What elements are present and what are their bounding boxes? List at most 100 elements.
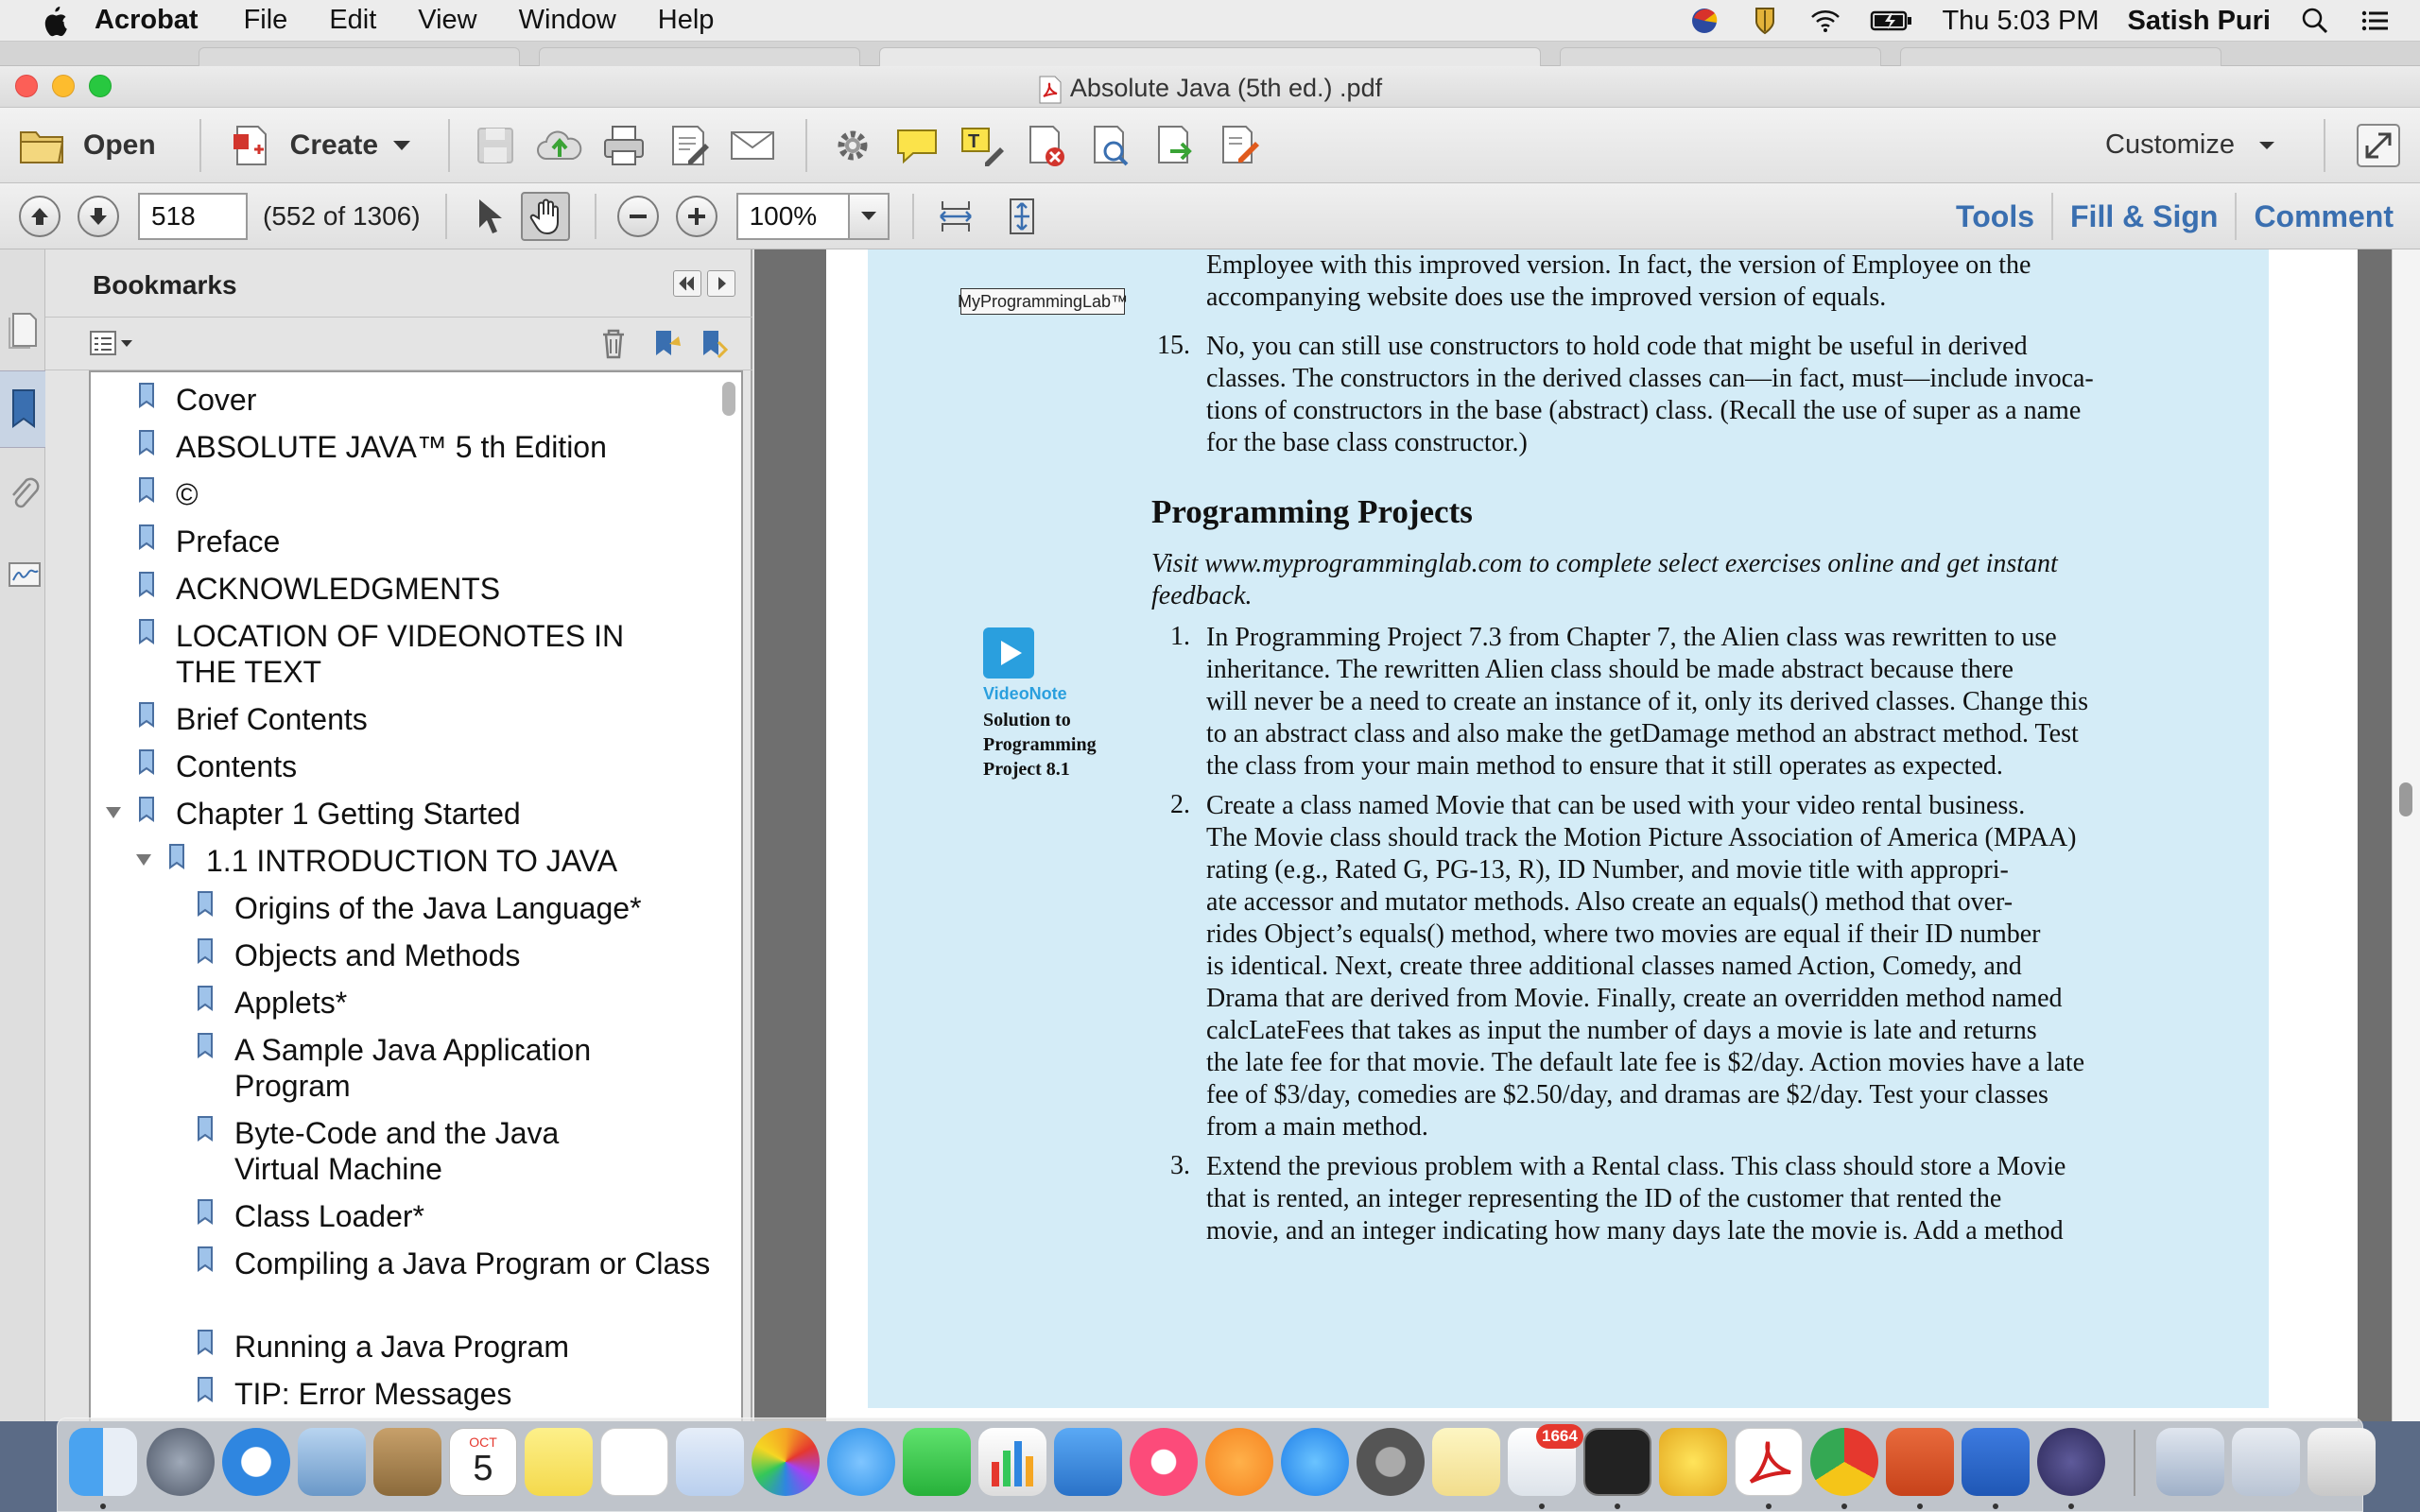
export-document-icon[interactable] (1150, 121, 1199, 170)
bookmark-item[interactable]: Class Loader* (197, 1198, 424, 1234)
menu-file[interactable]: File (244, 5, 288, 36)
menu-view[interactable]: View (418, 5, 476, 36)
terminal-icon[interactable] (1583, 1428, 1651, 1496)
notes-icon[interactable] (525, 1428, 593, 1496)
spotlight-search-icon[interactable] (2299, 5, 2331, 37)
contacts-icon[interactable] (373, 1428, 441, 1496)
expand-panel-button[interactable] (707, 270, 735, 297)
battery-icon[interactable] (1870, 5, 1913, 37)
tools-pane-button[interactable]: Tools (1939, 199, 2051, 234)
zoom-in-button[interactable] (675, 195, 717, 237)
photos-icon[interactable] (752, 1428, 820, 1496)
bookmarks-tab[interactable] (0, 370, 45, 448)
acrobat-icon[interactable] (1735, 1428, 1803, 1496)
wifi-icon[interactable] (1809, 5, 1841, 37)
tab[interactable] (1900, 47, 2221, 66)
bookmark-item[interactable]: ACKNOWLEDGMENTS (138, 571, 500, 607)
eclipse-icon[interactable] (2037, 1428, 2105, 1496)
zoom-level-input[interactable]: 100% (735, 192, 848, 240)
gear-icon[interactable] (828, 121, 877, 170)
trash-icon[interactable] (599, 327, 628, 361)
preview-icon[interactable] (676, 1428, 744, 1496)
bookmark-item[interactable]: Cover (138, 382, 256, 418)
hand-tool-button[interactable] (520, 191, 570, 241)
bookmark-item[interactable]: A Sample Java Application Program (197, 1032, 650, 1104)
paperclip-icon[interactable] (8, 472, 42, 514)
open-button[interactable]: Open (17, 121, 156, 170)
bookmark-item[interactable]: Objects and Methods (197, 937, 520, 973)
edit-document-icon[interactable] (664, 121, 713, 170)
document-scroll-thumb[interactable] (2399, 782, 2412, 816)
delete-document-icon[interactable] (1021, 121, 1070, 170)
tab-active[interactable] (879, 47, 1541, 66)
save-icon[interactable] (471, 121, 520, 170)
new-bookmark-icon[interactable] (650, 327, 683, 361)
menu-edit[interactable]: Edit (329, 5, 376, 36)
fit-width-icon[interactable] (937, 196, 975, 237)
downloads-stack-icon[interactable] (2156, 1428, 2224, 1496)
bookmark-item[interactable]: Running a Java Program (197, 1329, 569, 1365)
select-cursor-icon[interactable] (470, 196, 508, 237)
mail-icon[interactable]: 1664 (1508, 1424, 1583, 1496)
customize-dropdown[interactable]: Customize (2105, 129, 2276, 161)
notification-center-icon[interactable] (2360, 5, 2392, 37)
comment-pane-button[interactable]: Comment (2237, 199, 2420, 234)
bookmark-item[interactable]: ABSOLUTE JAVA™ 5 th Edition (138, 429, 607, 465)
zoom-dropdown-button[interactable] (847, 192, 890, 240)
keynote-icon[interactable] (1054, 1428, 1122, 1496)
bookmark-item-expanded[interactable]: 1.1 INTRODUCTION TO JAVA (134, 843, 617, 879)
bookmark-item[interactable]: Brief Contents (138, 701, 368, 737)
finder-icon[interactable] (69, 1428, 137, 1496)
textedit-icon[interactable] (1432, 1428, 1500, 1496)
upload-cloud-icon[interactable] (535, 121, 584, 170)
bookmark-item[interactable]: © (138, 476, 199, 512)
status-ball-icon[interactable] (1688, 5, 1720, 37)
print-icon[interactable] (599, 121, 648, 170)
bookmark-item[interactable]: Origins of the Java Language* (197, 890, 642, 926)
bookmark-item[interactable]: Preface (138, 524, 280, 559)
numbers-icon[interactable] (978, 1428, 1046, 1496)
collapse-panel-button[interactable] (673, 270, 701, 297)
bookmark-item[interactable]: TIP: Error Messages (197, 1376, 511, 1412)
highlight-text-icon[interactable]: T (957, 121, 1006, 170)
disclosure-triangle-icon[interactable] (104, 803, 123, 822)
bookmark-item[interactable]: Byte-Code and the Java Virtual Machine (197, 1115, 650, 1187)
play-icon[interactable] (983, 627, 1034, 679)
fullscreen-icon[interactable] (2354, 121, 2403, 170)
next-page-button[interactable] (78, 195, 119, 237)
trash-icon[interactable] (2308, 1428, 2376, 1496)
bookmark-item[interactable]: Applets* (197, 985, 347, 1021)
document-scrollbar[interactable] (2392, 249, 2420, 1421)
find-document-icon[interactable] (1085, 121, 1134, 170)
reminders-icon[interactable] (600, 1428, 668, 1496)
app-icon[interactable] (1659, 1428, 1727, 1496)
bookmarks-scrollbar[interactable] (722, 382, 735, 416)
menubar-clock[interactable]: Thu 5:03 PM (1942, 6, 2099, 37)
create-button[interactable]: Create (228, 121, 412, 170)
page-thumbnails-icon[interactable] (8, 308, 42, 350)
options-menu-icon[interactable] (89, 329, 138, 359)
app-store-icon[interactable] (1281, 1428, 1349, 1496)
facetime-icon[interactable] (903, 1428, 971, 1496)
tab[interactable] (539, 47, 860, 66)
fill-sign-pane-button[interactable]: Fill & Sign (2053, 199, 2235, 234)
messages-icon[interactable] (827, 1428, 895, 1496)
menu-app-acrobat[interactable]: Acrobat (95, 5, 199, 36)
itunes-icon[interactable] (1130, 1428, 1198, 1496)
email-icon[interactable] (728, 121, 777, 170)
safari-icon[interactable] (222, 1428, 290, 1496)
zoom-out-button[interactable] (616, 195, 659, 237)
ibooks-icon[interactable] (1205, 1428, 1273, 1496)
previous-page-button[interactable] (19, 195, 60, 237)
comment-bubble-icon[interactable] (892, 121, 942, 170)
apple-icon[interactable] (40, 5, 68, 37)
calendar-icon[interactable]: OCT 5 (449, 1428, 517, 1496)
page-number-input[interactable]: 518 (138, 192, 248, 240)
menu-window[interactable]: Window (519, 5, 616, 36)
bookmark-item[interactable]: Compiling a Java Program or Class (197, 1246, 710, 1281)
menubar-user[interactable]: Satish Puri (2128, 6, 2272, 37)
powerpoint-icon[interactable] (1886, 1428, 1954, 1496)
bookmark-item[interactable]: LOCATION OF VIDEONOTES IN THE TEXT (138, 618, 667, 690)
documents-stack-icon[interactable] (2232, 1428, 2300, 1496)
tab[interactable] (1560, 47, 1881, 66)
